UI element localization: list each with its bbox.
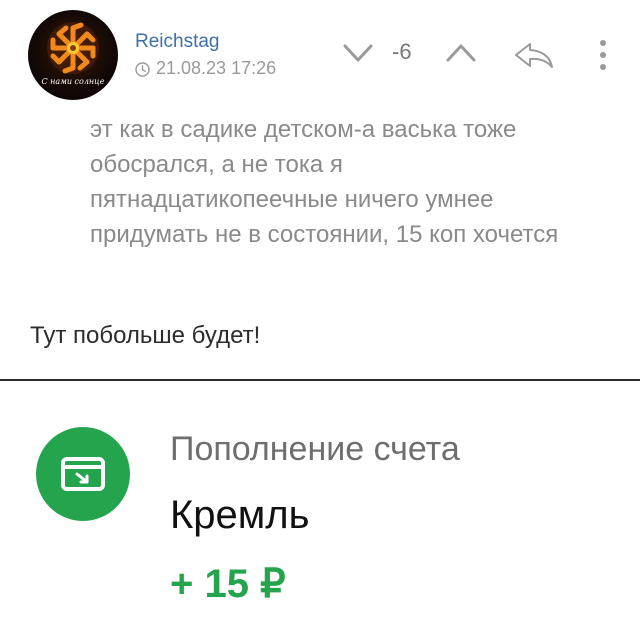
timestamp-text: 21.08.23 17:26 bbox=[156, 58, 277, 78]
transaction-merchant: Кремль bbox=[170, 493, 310, 537]
reply-icon bbox=[515, 43, 553, 68]
more-vertical-icon bbox=[600, 40, 606, 70]
reply-button[interactable] bbox=[512, 40, 556, 70]
card-deposit-icon bbox=[36, 427, 130, 521]
author-name[interactable]: Reichstag bbox=[135, 31, 220, 53]
author-avatar[interactable]: С нами солнце bbox=[28, 10, 118, 100]
vote-up-button[interactable] bbox=[444, 40, 478, 66]
divider bbox=[0, 379, 640, 381]
vote-down-button[interactable] bbox=[341, 40, 375, 66]
transaction-amount: + 15 ₽ bbox=[170, 562, 286, 606]
kolovrat-emblem bbox=[47, 22, 99, 74]
quoted-text: эт как в садике детском-а васька тоже об… bbox=[90, 116, 559, 248]
chevron-up-icon bbox=[446, 44, 476, 62]
more-options-button[interactable] bbox=[596, 38, 610, 72]
comment-text: Тут побольше будет! bbox=[30, 322, 261, 349]
avatar-caption: С нами солнце bbox=[41, 77, 105, 86]
rating-value: -6 bbox=[392, 39, 412, 64]
post-timestamp: 21.08.23 17:26 bbox=[135, 58, 276, 79]
chevron-down-icon bbox=[343, 44, 373, 62]
transaction-title: Пополнение счета bbox=[170, 430, 460, 468]
clock-icon bbox=[135, 61, 150, 77]
